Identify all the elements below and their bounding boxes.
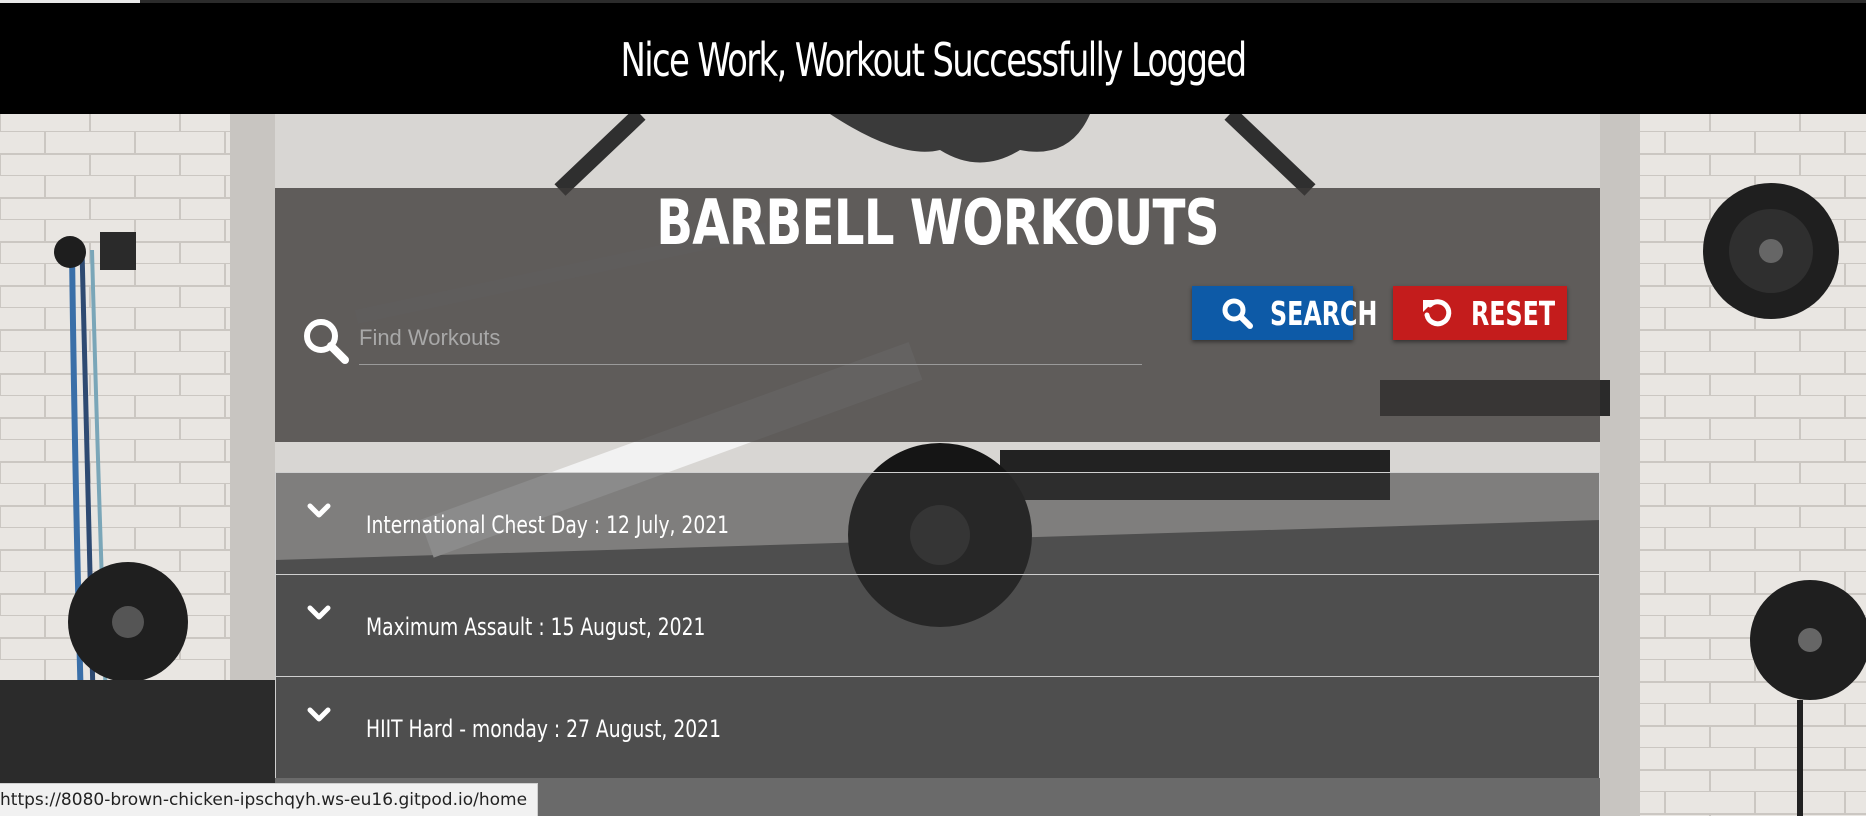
list-item[interactable]: HIIT Hard - monday : 27 August, 2021 — [275, 676, 1600, 778]
status-bar-url: https://8080-brown-chicken-ipschqyh.ws-e… — [0, 783, 539, 816]
chevron-down-icon — [307, 707, 331, 722]
flash-message: Nice Work, Workout Successfully Logged — [620, 33, 1247, 87]
workout-label: HIIT Hard - monday : 27 August, 2021 — [366, 715, 721, 743]
undo-icon — [1423, 299, 1452, 327]
workout-list: International Chest Day : 12 July, 2021 … — [275, 472, 1600, 778]
search-button-label: SEARCH — [1270, 293, 1378, 333]
search-panel: BARBELL WORKOUTS SEARCH RESET — [275, 188, 1600, 442]
search-input[interactable] — [359, 312, 1142, 365]
chevron-down-icon — [307, 605, 331, 620]
workout-label: International Chest Day : 12 July, 2021 — [366, 511, 730, 539]
list-item[interactable]: International Chest Day : 12 July, 2021 — [275, 472, 1600, 574]
loading-strip — [0, 0, 140, 3]
search-icon — [1222, 298, 1253, 329]
search-button[interactable]: SEARCH — [1192, 286, 1377, 340]
page-title: BARBELL WORKOUTS — [656, 186, 1219, 259]
reset-button[interactable]: RESET — [1393, 286, 1567, 340]
page: Nice Work, Workout Successfully Logged B… — [0, 0, 1866, 816]
chevron-down-icon — [307, 503, 331, 518]
list-item[interactable]: Maximum Assault : 15 August, 2021 — [275, 574, 1600, 676]
reset-button-label: RESET — [1471, 293, 1556, 333]
workout-label: Maximum Assault : 15 August, 2021 — [366, 613, 706, 641]
flash-header: Nice Work, Workout Successfully Logged — [0, 0, 1866, 114]
search-icon — [301, 316, 349, 364]
